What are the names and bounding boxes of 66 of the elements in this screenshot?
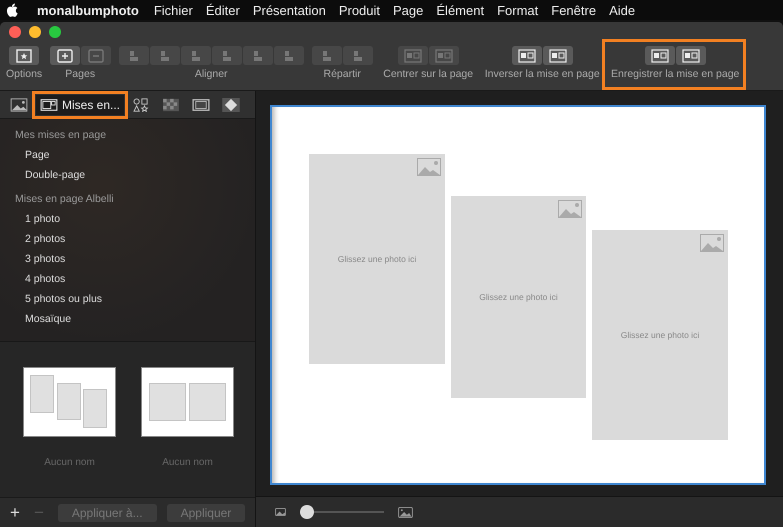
toolbar-button[interactable] [644,46,675,65]
layout-icon [680,48,701,62]
section-heading: Mes mises en page [14,129,108,143]
section-heading: Mises en page Albelli [14,193,115,207]
toolbar-button[interactable] [50,46,80,65]
minus-icon [86,48,106,62]
zoom-button[interactable] [49,26,61,38]
menu-item[interactable]: Format [497,2,538,18]
minimize-button[interactable] [29,26,41,38]
toolbar-button[interactable] [542,46,573,65]
image-icon [10,98,28,112]
toolbar-button[interactable] [676,46,706,65]
menu-item[interactable]: Élément [436,2,484,18]
layout-thumbnail[interactable] [141,367,234,437]
checkerboard-icon [162,98,180,112]
toolbar-button[interactable] [512,46,542,65]
layout-icon [40,98,58,112]
small-image-icon [275,508,286,516]
menu-item[interactable]: Produit [338,2,380,18]
star-frame-icon [14,48,34,62]
toolbar-group-label: Répartir [324,68,361,80]
layout-list-item[interactable]: 4 photos [0,273,255,293]
shapes-icon [132,98,150,112]
frame-icon [192,98,210,112]
slider-thumb[interactable] [300,505,314,519]
layout-list-item[interactable]: 5 photos ou plus [0,293,255,313]
close-button[interactable] [9,26,21,38]
image-icon [558,200,582,218]
toolbar-group-label: Pages [65,68,96,80]
layout-icon [548,48,568,62]
layout-thumbnail[interactable] [23,367,116,437]
plus-icon [54,48,75,62]
drop-hint: Glissez une photo ici [620,330,700,340]
thumbnail-label: Aucun nom [44,457,95,468]
menu-item[interactable]: Éditer [206,2,240,18]
layout-list-item[interactable]: 2 photos [0,233,255,253]
diamond-icon [222,98,240,112]
menu-item[interactable]: Présentation [252,2,326,18]
drop-hint: Glissez une photo ici [479,292,558,302]
image-icon [417,158,441,176]
toolbar-group-label: Aligner [194,68,228,80]
menu-item[interactable]: Aide [609,2,636,18]
add-button[interactable]: + [6,502,24,522]
layout-list-item[interactable]: Mosaïque [0,313,255,333]
toolbar-group-label: Centrer sur la page [383,68,474,80]
image-icon [700,234,724,252]
layout-list-item[interactable]: Page [0,149,255,169]
toolbar-group-label: Options [6,68,42,80]
drop-hint: Glissez une photo ici [338,254,416,264]
toolbar-group-label: Inverser la mise en page [484,68,600,80]
layout-list-item[interactable]: Double-page [0,169,255,189]
large-image-icon [398,506,413,518]
app-name-menu[interactable]: monalbumphoto [37,2,139,18]
apple-icon[interactable] [6,3,18,17]
menu-item[interactable]: Fenêtre [551,2,596,18]
layout-icon [402,48,423,62]
menu-item[interactable]: Fichier [154,2,193,18]
toolbar-group-label: Enregistrer la mise en page [610,68,740,80]
layout-icon [650,48,670,62]
layout-list-item[interactable]: 1 photo [0,213,255,233]
thumbnail-label: Aucun nom [162,457,213,468]
layout-icon [516,48,537,62]
menu-item[interactable]: Page [393,2,424,18]
toolbar-button[interactable] [9,46,40,65]
layout-list-item[interactable]: 3 photos [0,253,255,273]
layout-icon [434,48,454,62]
